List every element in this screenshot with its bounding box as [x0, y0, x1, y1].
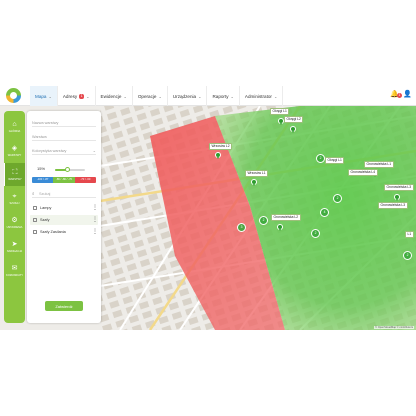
nav-urzadzenia[interactable]: Urządzenia ⌄ — [168, 86, 208, 106]
sidebar-item-messages[interactable]: ✉ KOMUNIKATY — [4, 259, 25, 282]
nav-ewidencje[interactable]: Ewidencje ⌄ — [96, 86, 133, 106]
opacity-slider[interactable] — [55, 167, 85, 172]
layer-row[interactable]: Szafy Zasilania ⋮ — [30, 227, 98, 237]
opacity-slider-handle[interactable] — [64, 167, 70, 172]
map-label: Gronowielska L3 — [378, 202, 408, 209]
map-label: Gronowielska L3 — [384, 184, 414, 191]
layer-checkbox[interactable] — [33, 206, 37, 210]
top-navigation-bar: Mapa ⌄ Adresy 1 ⌄ Ewidencje ⌄ Operacje ⌄ Urzą… — [0, 86, 416, 106]
app-logo[interactable] — [6, 88, 21, 103]
cluster-marker[interactable]: 3 — [237, 223, 246, 232]
opacity-control: 15% — [37, 165, 97, 173]
main-menu: Mapa ⌄ Adresy 1 ⌄ Ewidencje ⌄ Operacje ⌄ Urzą… — [30, 86, 284, 106]
map-attribution[interactable]: © OpenStreetMap © contributors — [374, 326, 414, 329]
layer-name-field[interactable]: Nazwa warstwy — [32, 119, 96, 127]
notification-bell-icon[interactable]: 🔔 1 — [390, 91, 402, 99]
map-pin[interactable] — [215, 152, 221, 159]
notification-count: 1 — [397, 93, 402, 98]
layer-checkbox[interactable] — [33, 230, 37, 234]
sidebar-item-settings[interactable]: ⚙ USTAWIENIA — [4, 211, 25, 234]
map-label: Okręgi L1 — [325, 157, 345, 164]
map-pin[interactable] — [290, 126, 296, 133]
layers-panel: Nazwa warstwy Warstwa Kolorystyka warstw… — [27, 111, 101, 323]
chevron-down-icon: ⌄ — [230, 93, 234, 99]
cluster-marker[interactable]: 2 — [259, 216, 268, 225]
chevron-down-icon: ⌄ — [92, 148, 96, 153]
frame-icon: ⛶ — [12, 168, 18, 176]
top-right-tools: 🔔 1 👤 — [390, 91, 412, 99]
user-icon[interactable]: 👤 — [403, 91, 412, 99]
navigation-icon: ➤ — [11, 240, 18, 248]
sidebar-item-frame[interactable]: ⛶ WARSTWY — [4, 163, 25, 186]
nav-raporty[interactable]: Raporty ⌄ — [207, 86, 240, 106]
chevron-down-icon: ⌄ — [123, 93, 127, 99]
map-label: Gronowielska L1 — [364, 161, 394, 168]
opacity-value: 15% — [37, 166, 46, 171]
layer-search: ⌕ — [32, 190, 96, 198]
cluster-marker[interactable]: 2 — [333, 194, 342, 203]
nav-mapa[interactable]: Mapa ⌄ — [30, 86, 58, 106]
legend-item-blue: -100 / -87 — [32, 177, 54, 183]
layer-search-input[interactable] — [39, 191, 94, 197]
nav-adresy[interactable]: Adresy 1 ⌄ — [58, 86, 96, 106]
color-legend: -100 / -87 -86 / -80 / -70 -70 / -60 — [32, 177, 96, 183]
message-icon: ✉ — [11, 264, 18, 272]
more-options-icon[interactable]: ⋮ — [92, 205, 98, 211]
map-pin[interactable] — [277, 224, 283, 231]
map-label: Wrzosów L2 — [209, 143, 233, 150]
cluster-marker[interactable]: 2 — [403, 251, 412, 260]
nav-administrator[interactable]: Administrator ⌄ — [240, 86, 284, 106]
layer-row[interactable]: Lampy ⋮ — [30, 203, 98, 213]
map-label: Okręgi L1 — [270, 108, 290, 115]
map-label: L1 — [405, 231, 414, 238]
count-badge: 1 — [79, 93, 85, 99]
sidebar-item-layers[interactable]: ◈ WARSTWY — [4, 139, 25, 162]
map-label: Wrzosów L1 — [245, 170, 269, 177]
map-label: Gronowielska L2 — [271, 214, 301, 221]
layer-checkbox[interactable] — [33, 218, 37, 222]
map-label: Okręgi L2 — [284, 116, 304, 123]
cluster-marker[interactable]: 2 — [311, 229, 320, 238]
chevron-down-icon: ⌄ — [48, 93, 52, 99]
cluster-marker[interactable]: 2 — [316, 154, 325, 163]
chevron-down-icon: ⌄ — [86, 93, 90, 99]
search-icon: ⌕ — [32, 191, 35, 196]
map-label: Gronowielska L4 — [348, 169, 378, 176]
map-pin[interactable] — [394, 194, 400, 201]
left-sidebar: ⌂ GŁÓWNA ◈ WARSTWY ⛶ WARSTWY ⌖ SZUKAJ ⚙ USTAW… — [4, 111, 25, 323]
more-options-icon[interactable]: ⋮ — [92, 229, 98, 235]
chevron-down-icon: ⌄ — [198, 93, 202, 99]
legend-item-red: -70 / -60 — [74, 177, 96, 183]
more-options-icon[interactable]: ⋮ — [92, 217, 98, 223]
gear-icon: ⚙ — [11, 216, 18, 224]
save-button[interactable]: Zatwierdź — [45, 301, 83, 311]
nav-operacje[interactable]: Operacje ⌄ — [133, 86, 168, 106]
layers-icon: ◈ — [11, 144, 18, 152]
app-window: Mapa ⌄ Adresy 1 ⌄ Ewidencje ⌄ Operacje ⌄ Urzą… — [0, 86, 416, 330]
chevron-down-icon: ⌄ — [158, 93, 162, 99]
layer-row[interactable]: Szafy ⋮ — [30, 215, 98, 225]
sidebar-item-home[interactable]: ⌂ GŁÓWNA — [4, 115, 25, 138]
chevron-down-icon: ⌄ — [273, 93, 278, 99]
layer-field[interactable]: Warstwa — [32, 133, 96, 141]
map-pin[interactable] — [251, 179, 257, 186]
cluster-marker[interactable]: 4 — [320, 208, 329, 217]
legend-item-green: -86 / -80 / -70 — [53, 177, 75, 183]
layer-colors-select[interactable]: Kolorystyka warstwy ⌄ — [32, 147, 96, 155]
search-pin-icon: ⌖ — [12, 192, 17, 200]
sidebar-item-navigation[interactable]: ➤ NAWIGACJA — [4, 235, 25, 258]
home-icon: ⌂ — [12, 120, 17, 128]
sidebar-item-search[interactable]: ⌖ SZUKAJ — [4, 187, 25, 210]
